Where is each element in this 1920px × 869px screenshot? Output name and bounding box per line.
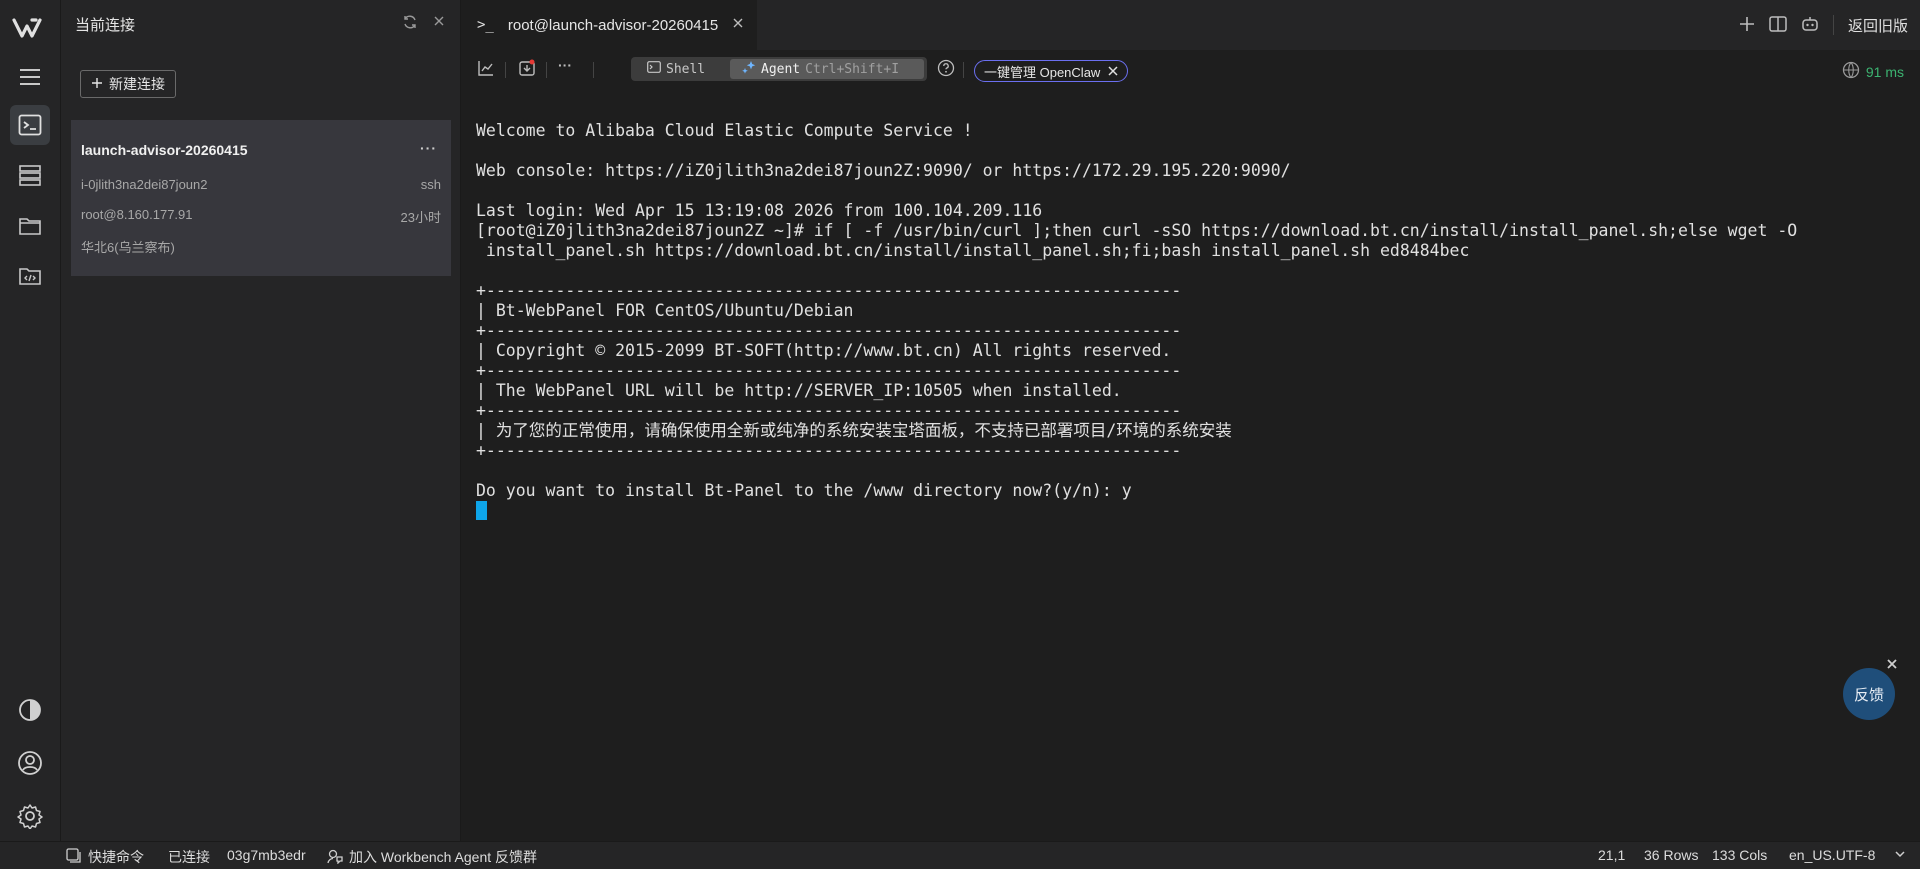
refresh-icon[interactable] [402,14,418,33]
terminal-line: +---------------------------------------… [476,361,1182,380]
new-connection-label: 新建连接 [109,76,165,92]
feedback-button[interactable]: 反馈 [1843,668,1895,720]
mode-switch: Shell Agent Ctrl+Shift+I [631,57,927,81]
download-icon[interactable] [518,59,536,80]
terminal-cursor [476,501,487,520]
terminal-line: +---------------------------------------… [476,401,1182,420]
terminal-nav-icon[interactable] [10,105,50,145]
terminal-line: +---------------------------------------… [476,281,1182,300]
monitor-chart-icon[interactable] [477,59,495,80]
connection-card[interactable]: launch-advisor-20260415 ··· i-0jlith3na2… [71,120,451,276]
encoding-label[interactable]: en_US.UTF-8 [1789,847,1875,863]
connection-status: 已连接 [168,849,210,865]
openclaw-label: 一键管理 OpenClaw [984,64,1101,80]
plus-icon [91,76,103,92]
shell-mode-button[interactable]: Shell [647,59,705,79]
col-count: 133 Cols [1712,847,1768,863]
shell-label: Shell [666,61,706,77]
terminal-tab[interactable]: >_ root@launch-advisor-20260415 [461,0,757,50]
agent-mode-button[interactable]: Agent Ctrl+Shift+I [730,59,924,79]
terminal-prompt-icon: >_ [477,17,494,33]
help-icon[interactable] [937,59,955,80]
agent-bot-icon[interactable] [1801,16,1819,35]
quick-commands-icon [66,847,82,867]
terminal-toolbar: ··· Shell Agent Ctrl+Shift+I 一键管理 OpenCl… [461,51,1920,88]
divider [1832,15,1834,35]
agent-shortcut: Ctrl+Shift+I [805,61,900,77]
new-connection-button[interactable]: 新建连接 [80,70,176,98]
divider [593,62,594,78]
latency-value: 91 ms [1865,63,1904,80]
sparkle-icon [742,60,756,78]
connection-region: 华北6(乌兰察布) [81,240,175,255]
network-globe-icon [1842,61,1860,82]
row-count: 36 Rows [1644,847,1699,863]
connection-name: launch-advisor-20260415 [81,142,248,158]
instance-id: i-0jlith3na2dei87joun2 [81,177,208,192]
agent-label: Agent [761,61,801,77]
status-bar: 快捷命令 已连接 03g7mb3edr 加入 Workbench Agent 反… [0,841,1920,869]
app-logo-icon [12,14,48,44]
connection-more-button[interactable]: ··· [420,140,437,156]
terminal-output[interactable]: Welcome to Alibaba Cloud Elastic Compute… [476,121,1906,521]
terminal-cursor-line [476,501,1906,521]
openclaw-manage-chip[interactable]: 一键管理 OpenClaw [974,60,1129,82]
join-feedback-group-link[interactable]: 加入 Workbench Agent 反馈群 [327,847,537,867]
tab-title: root@launch-advisor-20260415 [507,16,719,34]
divider [505,62,506,78]
terminal-line: install_panel.sh https://download.bt.cn/… [476,241,1470,260]
cursor-position: 21,1 [1598,847,1626,863]
more-tools-button[interactable]: ··· [558,57,572,73]
group-chat-icon [327,848,343,867]
add-tab-icon[interactable] [1739,16,1755,35]
terminal-line: Welcome to Alibaba Cloud Elastic Compute… [476,121,973,140]
terminal-line: Do you want to install Bt-Panel to the /… [476,481,1132,500]
menu-icon[interactable] [10,57,50,97]
divider [963,62,964,78]
terminal-line: | Copyright © 2015-2099 BT-SOFT(http://w… [476,341,1172,360]
code-nav-icon[interactable] [10,256,50,296]
terminal-line: | Bt-WebPanel FOR CentOS/Ubuntu/Debian [476,301,854,320]
terminal-line: [root@iZ0jlith3na2dei87joun2Z ~]# if [ -… [476,221,1798,240]
terminal-line: Last login: Wed Apr 15 13:19:08 2026 fro… [476,201,1043,220]
theme-toggle-icon[interactable] [10,690,50,730]
activity-rail [0,0,61,841]
chip-close-icon[interactable] [1108,64,1118,79]
connection-age: 23小时 [400,210,441,225]
split-view-icon[interactable] [1769,15,1787,35]
tab-close-icon[interactable] [731,16,745,33]
session-id: 03g7mb3edr [227,847,306,863]
connections-panel: 当前连接 新建连接 launch-advisor-20260415 ··· i-… [61,0,461,841]
servers-nav-icon[interactable] [10,155,50,195]
connection-address: root@8.160.177.91 [81,207,193,222]
account-icon[interactable] [10,743,50,783]
tab-bar: >_ root@launch-advisor-20260415 返回旧版 [461,0,1920,50]
terminal-line: Web console: https://iZ0jlith3na2dei87jo… [476,161,1291,180]
shell-icon [647,61,661,77]
terminal-line: +---------------------------------------… [476,321,1182,340]
divider [546,62,547,78]
quick-commands-label: 快捷命令 [88,849,144,865]
return-legacy-link[interactable]: 返回旧版 [1848,15,1908,36]
panel-title: 当前连接 [75,17,136,34]
terminal-line: | The WebPanel URL will be http://SERVER… [476,381,1122,400]
protocol-label: ssh [420,177,441,192]
join-group-label: 加入 Workbench Agent 反馈群 [349,849,538,865]
settings-gear-icon[interactable] [10,796,50,836]
feedback-close-icon[interactable] [1886,657,1898,673]
chevron-down-icon[interactable] [1893,847,1907,861]
terminal-line: | 为了您的正常使用，请确保使用全新或纯净的系统安装宝塔面板，不支持已部署项目/… [476,421,1232,440]
folder-nav-icon[interactable] [10,206,50,246]
close-panel-icon[interactable] [432,14,446,33]
latency-indicator: 91 ms [1842,61,1904,82]
quick-commands-button[interactable]: 快捷命令 [66,847,144,867]
terminal-line: +---------------------------------------… [476,441,1182,460]
